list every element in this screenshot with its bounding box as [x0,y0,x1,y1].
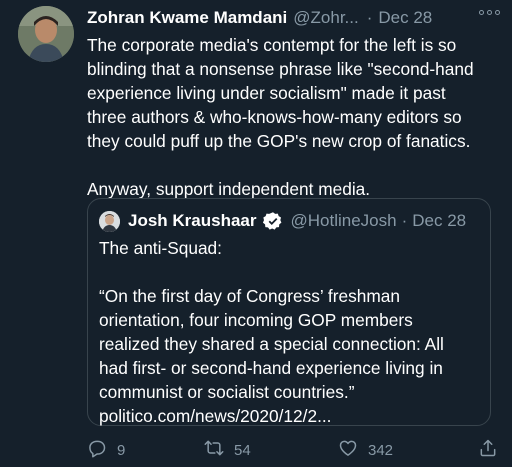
quote-text-line: had first- or second-hand experience liv… [99,358,443,378]
retweet-button[interactable]: 54 [204,438,251,462]
quote-text-line: communist or socialist countries.” [99,382,355,402]
quote-text-line [99,260,484,284]
quote-author-name: Josh Kraushaar [128,211,257,230]
reply-icon [87,438,107,462]
quote-text-line: “On the first day of Congress’ freshman [99,286,400,306]
author-handle[interactable]: @Zohr... [293,8,358,28]
separator: · [366,8,373,27]
retweet-icon [204,438,224,462]
tweet-actions: 9 54 342 [87,438,498,462]
quote-author-handle: @HotlineJosh [290,211,397,230]
tweet-text: The corporate media's contempt for the l… [87,33,497,201]
author-name[interactable]: Zohran Kwame Mamdani [87,8,287,28]
like-count: 342 [368,441,394,459]
quote-header: Josh Kraushaar @HotlineJosh · Dec 28 [128,209,480,233]
quote-text-line: The anti-Squad: [99,238,222,258]
heart-icon [338,438,358,462]
share-button[interactable] [478,438,498,462]
more-horizontal-icon[interactable] [479,10,500,15]
tweet-text-line: The corporate media's contempt for the l… [87,35,457,55]
quote-author-avatar [99,211,120,232]
tweet-text-line: blinding that a nonsense phrase like "se… [87,59,474,79]
retweet-count: 54 [234,441,251,459]
quote-link[interactable]: politico.com/news/2020/12/2... [99,404,484,428]
tweet-text-line: three authors & who-knows-how-many edito… [87,107,462,127]
tweet-text-line: experience living under socialism" made … [87,83,446,103]
reply-count: 9 [117,441,126,459]
quoted-tweet[interactable]: Josh Kraushaar @HotlineJosh · Dec 28 The… [87,198,491,426]
share-icon [478,438,498,462]
author-avatar[interactable] [18,6,74,62]
separator: · [401,211,408,230]
verified-badge-icon [262,211,283,231]
quote-date: Dec 28 [412,211,467,230]
reply-button[interactable]: 9 [87,438,125,462]
tweet-date[interactable]: Dec 28 [378,8,432,28]
quote-text-line: orientation, four incoming GOP members [99,310,413,330]
quote-text-line: realized they shared a special connectio… [99,334,444,354]
tweet-text-line: they could puff up the GOP's new crop of… [87,131,471,151]
quote-text: The anti-Squad: “On the first day of Con… [99,236,484,428]
like-button[interactable]: 342 [338,438,393,462]
tweet-header: Zohran Kwame Mamdani @Zohr... · Dec 28 [87,6,498,30]
